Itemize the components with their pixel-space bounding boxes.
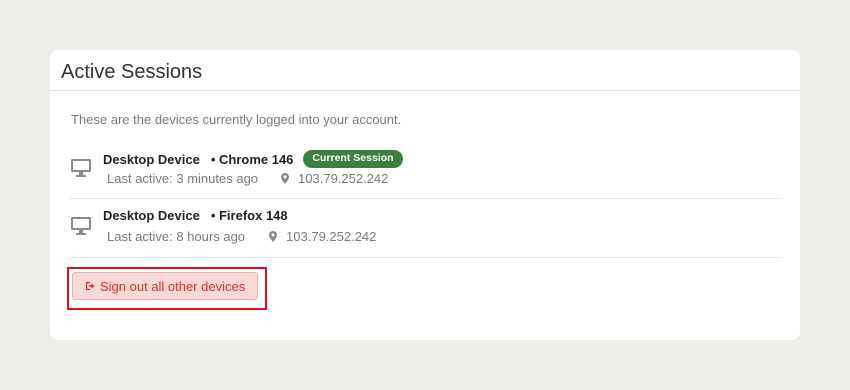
ip-address: 103.79.252.242 [269, 229, 376, 244]
session-title: Desktop Device • Firefox 148 [103, 208, 288, 223]
map-pin-icon [269, 231, 278, 242]
page-title: Active Sessions [61, 60, 203, 83]
last-active-text: Last active: 3 minutes ago [107, 171, 259, 186]
session-meta: Last active: 8 hours ago 103.79.252.242 [107, 229, 376, 244]
current-session-badge: Current Session [303, 150, 403, 168]
desktop-icon [71, 159, 91, 177]
intro-text: These are the devices currently logged i… [71, 112, 402, 127]
sign-out-all-label: Sign out all other devices [100, 278, 246, 294]
sign-out-icon [86, 282, 95, 290]
last-active-text: Last active: 8 hours ago [107, 229, 246, 244]
browser-name: • Firefox 148 [210, 208, 288, 223]
session-row: Desktop Device • Firefox 148 Last active… [70, 199, 779, 258]
card-header: Active Sessions [50, 50, 800, 91]
session-meta: Last active: 3 minutes ago 103.79.252.24… [107, 171, 388, 186]
browser-name: • Chrome 146 [210, 151, 294, 167]
ip-address-text: 103.79.252.242 [286, 229, 377, 244]
active-sessions-card: Active Sessions These are the devices cu… [50, 50, 800, 340]
ip-address-text: 103.79.252.242 [298, 171, 389, 186]
map-pin-icon [281, 173, 290, 184]
sign-out-all-button[interactable]: Sign out all other devices [72, 272, 258, 300]
session-row: Desktop Device • Chrome 146 Current Sess… [70, 140, 779, 199]
ip-address: 103.79.252.242 [281, 171, 388, 186]
desktop-icon [71, 217, 91, 235]
session-title: Desktop Device • Chrome 146 Current Sess… [103, 150, 403, 168]
device-name: Desktop Device [103, 208, 200, 223]
device-name: Desktop Device [103, 151, 200, 167]
